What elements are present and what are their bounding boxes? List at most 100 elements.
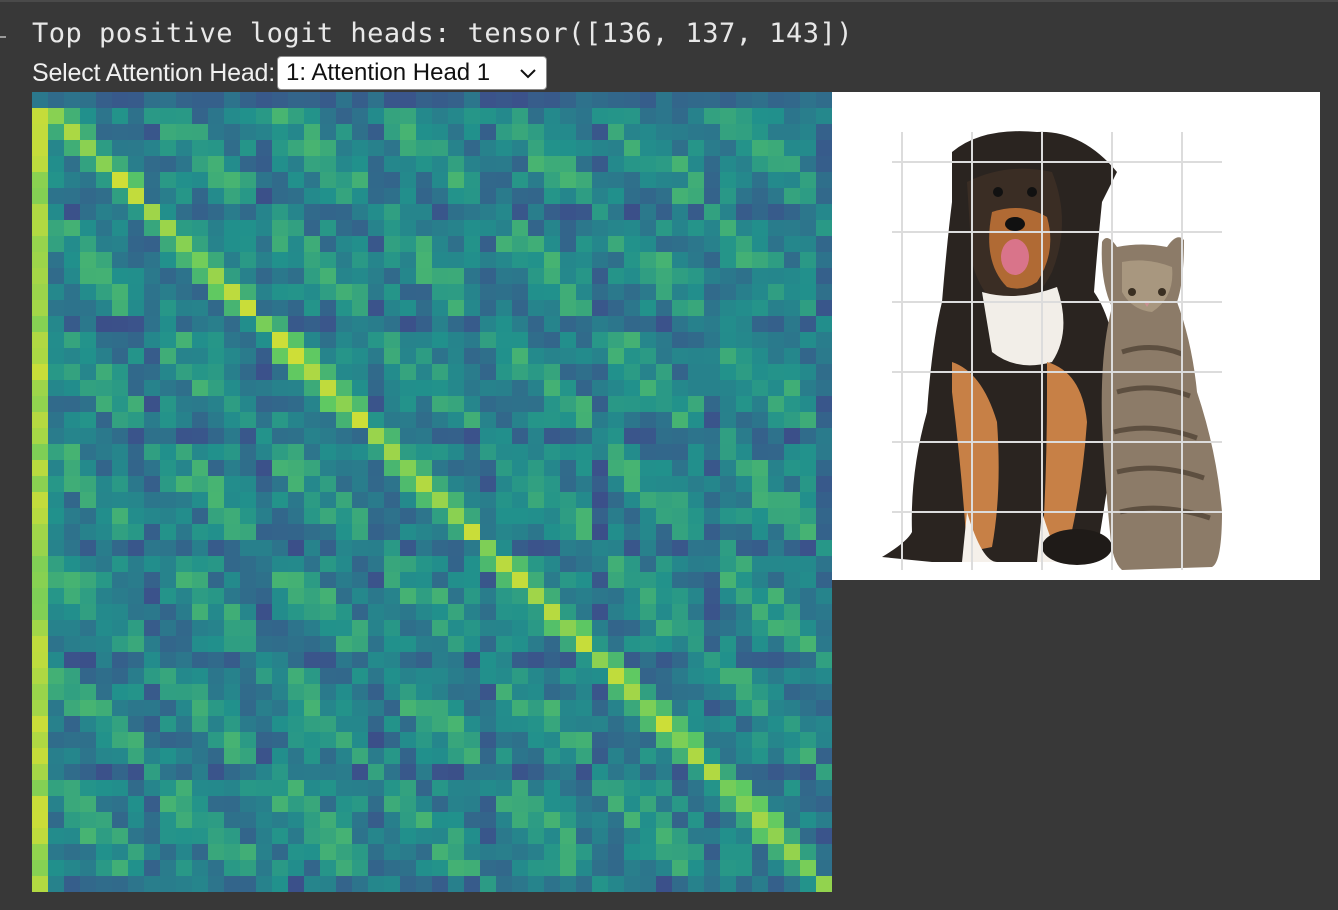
heatmap-cell	[592, 876, 608, 892]
heatmap-cell	[608, 412, 624, 428]
heatmap-cell	[336, 364, 352, 380]
heatmap-cell	[528, 364, 544, 380]
heatmap-cell	[240, 684, 256, 700]
heatmap-cell	[432, 668, 448, 684]
heatmap-cell	[384, 796, 400, 812]
heatmap-cell	[48, 604, 64, 620]
heatmap-cell	[176, 124, 192, 140]
heatmap-cell	[688, 172, 704, 188]
heatmap-cell	[736, 572, 752, 588]
heatmap-cell	[192, 140, 208, 156]
heatmap-cell	[592, 380, 608, 396]
heatmap-cell	[400, 476, 416, 492]
heatmap-cell	[80, 428, 96, 444]
heatmap-cell	[480, 460, 496, 476]
heatmap-cell	[160, 348, 176, 364]
heatmap-cell	[608, 252, 624, 268]
heatmap-cell	[80, 476, 96, 492]
heatmap-cell	[240, 524, 256, 540]
heatmap-cell	[768, 300, 784, 316]
heatmap-cell	[144, 844, 160, 860]
heatmap-cell	[480, 780, 496, 796]
heatmap-cell	[416, 140, 432, 156]
heatmap-cell	[784, 412, 800, 428]
heatmap-cell	[480, 748, 496, 764]
heatmap-cell	[384, 412, 400, 428]
heatmap-cell	[704, 748, 720, 764]
heatmap-cell	[368, 172, 384, 188]
heatmap-cell	[64, 364, 80, 380]
heatmap-cell	[240, 236, 256, 252]
heatmap-cell	[64, 108, 80, 124]
heatmap-cell	[672, 444, 688, 460]
heatmap-cell	[192, 780, 208, 796]
heatmap-cell	[64, 716, 80, 732]
heatmap-cell	[464, 300, 480, 316]
heatmap-cell	[576, 268, 592, 284]
heatmap-cell	[448, 828, 464, 844]
heatmap-cell	[576, 604, 592, 620]
heatmap-cell	[368, 428, 384, 444]
heatmap-cell	[208, 700, 224, 716]
heatmap-cell	[608, 284, 624, 300]
heatmap-cell	[720, 572, 736, 588]
heatmap-cell	[752, 684, 768, 700]
heatmap-cell	[336, 476, 352, 492]
heatmap-cell	[704, 460, 720, 476]
heatmap-cell	[224, 412, 240, 428]
heatmap-cell	[640, 124, 656, 140]
heatmap-cell	[704, 156, 720, 172]
heatmap-cell	[544, 300, 560, 316]
heatmap-cell	[480, 92, 496, 108]
heatmap-cell	[224, 364, 240, 380]
heatmap-cell	[96, 796, 112, 812]
heatmap-cell	[784, 284, 800, 300]
heatmap-cell	[720, 332, 736, 348]
heatmap-cell	[256, 172, 272, 188]
heatmap-cell	[64, 92, 80, 108]
heatmap-cell	[368, 780, 384, 796]
heatmap-cell	[352, 108, 368, 124]
heatmap-cell	[464, 444, 480, 460]
heatmap-cell	[272, 780, 288, 796]
attention-head-dropdown[interactable]: 1: Attention Head 1	[277, 56, 547, 90]
heatmap-cell	[304, 604, 320, 620]
heatmap-cell	[528, 844, 544, 860]
heatmap-cell	[32, 396, 48, 412]
heatmap-cell	[752, 428, 768, 444]
heatmap-cell	[544, 412, 560, 428]
heatmap-cell	[144, 412, 160, 428]
heatmap-cell	[32, 748, 48, 764]
heatmap-cell	[160, 156, 176, 172]
heatmap-cell	[352, 748, 368, 764]
heatmap-cell	[544, 92, 560, 108]
heatmap-cell	[336, 716, 352, 732]
heatmap-cell	[816, 140, 832, 156]
heatmap-cell	[624, 812, 640, 828]
heatmap-cell	[128, 220, 144, 236]
heatmap-cell	[352, 188, 368, 204]
heatmap-cell	[288, 268, 304, 284]
heatmap-cell	[64, 860, 80, 876]
heatmap-cell	[512, 716, 528, 732]
heatmap-cell	[272, 316, 288, 332]
heatmap-cell	[688, 268, 704, 284]
heatmap-cell	[384, 476, 400, 492]
heatmap-cell	[112, 652, 128, 668]
heatmap-cell	[272, 604, 288, 620]
heatmap-cell	[704, 124, 720, 140]
heatmap-cell	[128, 780, 144, 796]
heatmap-cell	[48, 380, 64, 396]
heatmap-cell	[256, 492, 272, 508]
heatmap-cell	[816, 828, 832, 844]
heatmap-cell	[64, 524, 80, 540]
heatmap-cell	[800, 380, 816, 396]
heatmap-cell	[432, 524, 448, 540]
heatmap-cell	[96, 396, 112, 412]
heatmap-cell	[208, 492, 224, 508]
heatmap-cell	[32, 252, 48, 268]
heatmap-cell	[608, 204, 624, 220]
heatmap-cell	[592, 92, 608, 108]
heatmap-cell	[384, 652, 400, 668]
heatmap-cell	[448, 252, 464, 268]
